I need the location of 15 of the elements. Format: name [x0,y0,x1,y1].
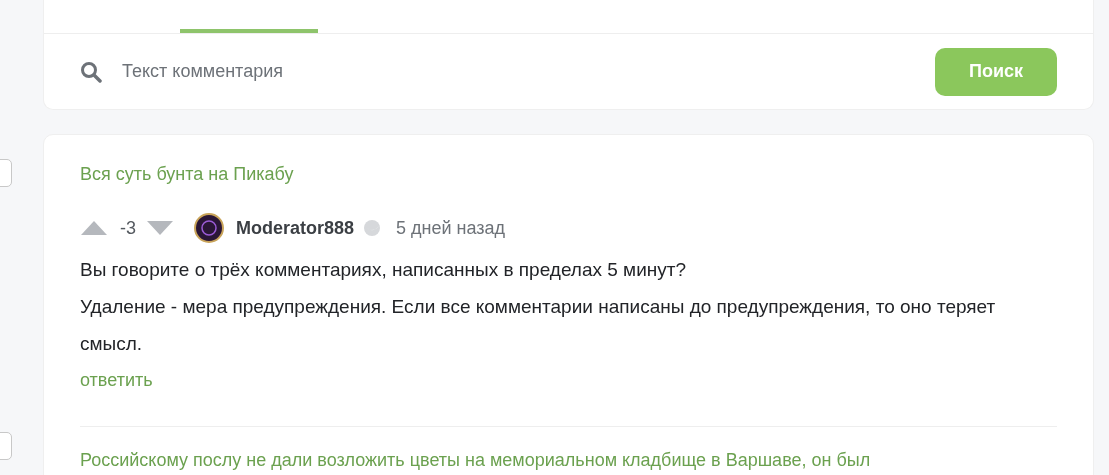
avatar-icon[interactable] [194,213,224,243]
comment-text: Вы говорите о трёх комментариях, написанных в пределах 5 минут? [80,258,688,282]
search-button[interactable]: Поиск [935,47,1057,96]
post-title-link[interactable]: Вся суть бунта на Пикабу [80,161,1057,187]
search-icon [80,60,102,83]
downvote-icon[interactable] [146,220,174,236]
comment-time: 5 дней назад [396,216,506,240]
tab-underline[interactable] [180,29,318,33]
upvote-icon[interactable] [80,220,108,236]
search-field[interactable]: Текст комментария [122,58,935,85]
rating: -3 [120,216,136,240]
comment-text: Удаление - мера предупреждения. Если все комментарии написаны до предупреждения, то оно теряет смысл. [80,295,997,356]
reply-link[interactable]: ответить [80,362,1057,399]
post-title-link[interactable]: Российскому послу не дали возложить цветы на мемориальном кладбище в Варшаве, он был [80,447,1057,473]
author-link[interactable]: Moderator888 [236,214,355,242]
